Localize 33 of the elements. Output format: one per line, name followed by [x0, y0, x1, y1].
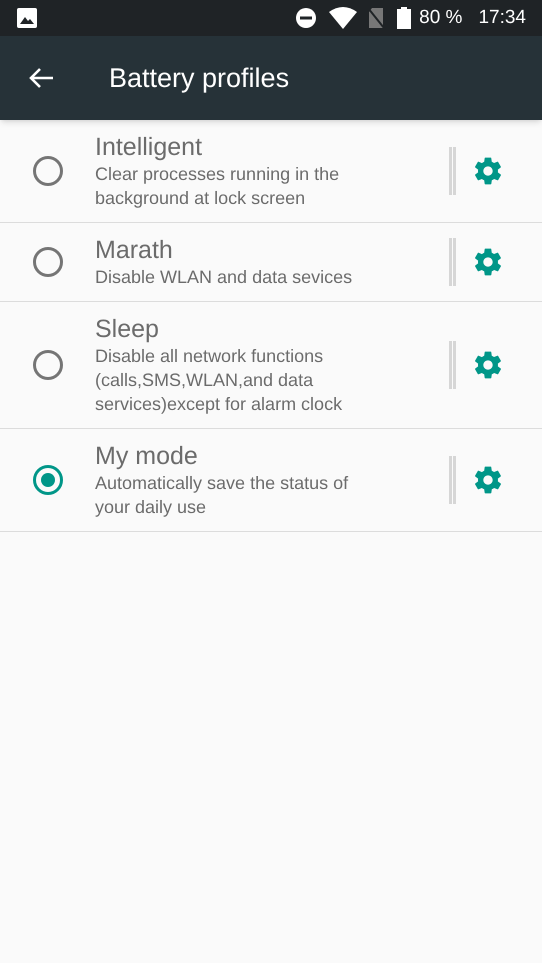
no-sim-icon — [367, 7, 386, 29]
profile-title: Marath — [95, 235, 174, 265]
battery-icon — [397, 7, 412, 29]
settings-icon[interactable] — [472, 246, 504, 278]
back-arrow-icon — [29, 67, 55, 89]
settings-icon[interactable] — [472, 155, 504, 187]
battery-percent: 80 % — [419, 6, 462, 30]
radio-button[interactable] — [33, 156, 63, 186]
double-divider — [449, 341, 456, 389]
profile-description: Automatically save the status of your daily use — [95, 472, 350, 519]
profile-title: Intelligent — [95, 132, 204, 162]
profile-row[interactable]: My mode Automatically save the status of your daily use — [0, 429, 542, 532]
page-title: Battery profiles — [109, 62, 290, 95]
radio-button[interactable] — [33, 247, 63, 277]
profile-description: Disable all network functions (calls,SMS,WLAN,and data services)except for alarm clock — [95, 345, 344, 416]
clock-time: 17:34 — [478, 6, 526, 30]
settings-icon[interactable] — [472, 464, 504, 496]
image-icon — [16, 7, 38, 29]
settings-icon[interactable] — [472, 349, 504, 381]
radio-button[interactable] — [33, 465, 63, 495]
double-divider — [449, 238, 456, 286]
profile-title: Sleep — [95, 314, 160, 344]
double-divider — [449, 147, 456, 195]
profile-description: Clear processes running in the background at lock screen — [95, 163, 340, 210]
radio-button[interactable] — [33, 350, 63, 380]
double-divider — [449, 456, 456, 504]
profile-title: My mode — [95, 441, 199, 471]
profile-row[interactable]: Marath Disable WLAN and data sevices — [0, 223, 542, 302]
profile-row[interactable]: Intelligent Clear processes running in the background at lock screen — [0, 120, 542, 223]
do-not-disturb-icon — [295, 7, 318, 29]
profile-row[interactable]: Sleep Disable all network functions (calls,SMS,WLAN,and data services)except for alarm clock — [0, 302, 542, 429]
profile-description: Disable WLAN and data sevices — [95, 266, 354, 289]
wifi-icon — [329, 7, 358, 29]
